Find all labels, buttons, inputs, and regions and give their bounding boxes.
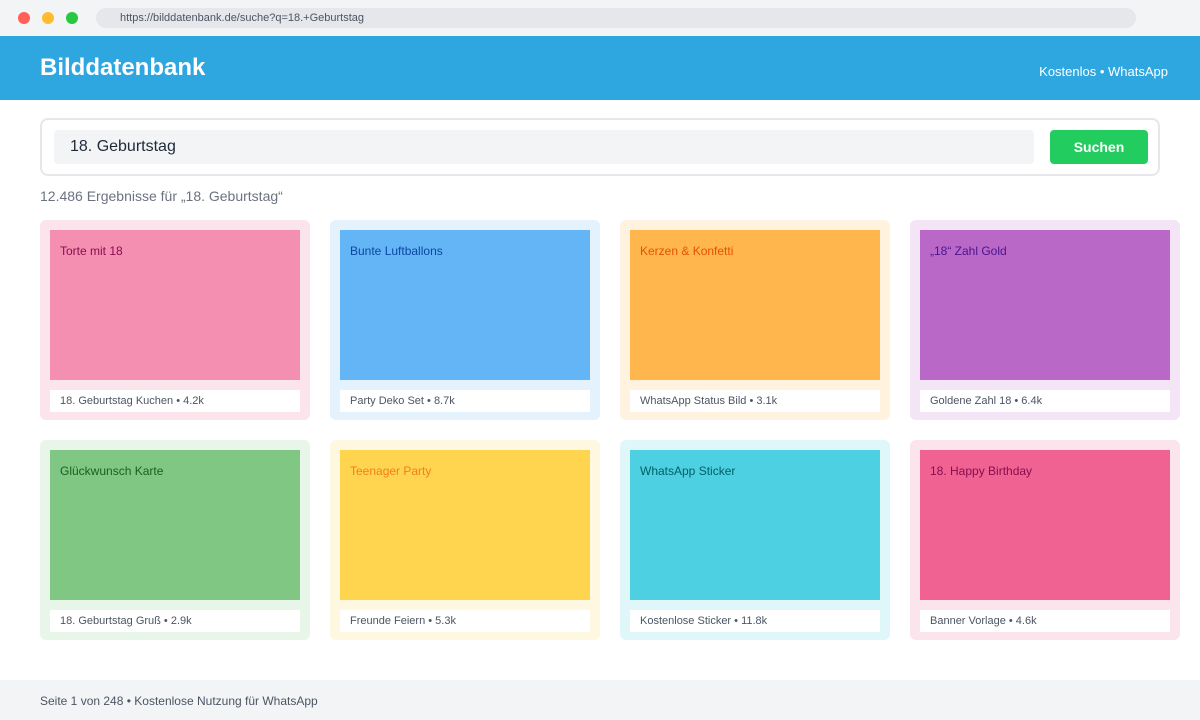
site-header: Bilddatenbank Kostenlos • WhatsApp [0, 36, 1200, 100]
result-caption: WhatsApp Status Bild • 3.1k [630, 390, 880, 412]
result-card[interactable]: 18. Happy Birthday Banner Vorlage • 4.6k [910, 440, 1180, 640]
result-image[interactable]: WhatsApp Sticker [630, 450, 880, 600]
site-logo[interactable]: Bilddatenbank [40, 54, 205, 82]
result-caption: 18. Geburtstag Gruß • 2.9k [50, 610, 300, 632]
result-title: Glückwunsch Karte [60, 464, 164, 478]
browser-titlebar: https://bilddatenbank.de/suche?q=18.+Geb… [0, 0, 1200, 36]
result-image[interactable]: Teenager Party [340, 450, 590, 600]
search-button[interactable]: Suchen [1050, 130, 1148, 164]
result-image[interactable]: Bunte Luftballons [340, 230, 590, 380]
result-card[interactable]: „18“ Zahl Gold Goldene Zahl 18 • 6.4k [910, 220, 1180, 420]
result-title: Kerzen & Konfetti [640, 244, 734, 258]
result-caption: 18. Geburtstag Kuchen • 4.2k [50, 390, 300, 412]
result-caption: Party Deko Set • 8.7k [340, 390, 590, 412]
results-count: 12.486 Ergebnisse für „18. Geburtstag“ [40, 188, 283, 204]
result-card[interactable]: Kerzen & Konfetti WhatsApp Status Bild •… [620, 220, 890, 420]
minimize-window-button[interactable] [42, 12, 54, 24]
result-title: 18. Happy Birthday [930, 464, 1033, 478]
result-image[interactable]: „18“ Zahl Gold [920, 230, 1170, 380]
result-card[interactable]: Teenager Party Freunde Feiern • 5.3k [330, 440, 600, 640]
result-caption: Goldene Zahl 18 • 6.4k [920, 390, 1170, 412]
result-card[interactable]: WhatsApp Sticker Kostenlose Sticker • 11… [620, 440, 890, 640]
result-image[interactable]: 18. Happy Birthday [920, 450, 1170, 600]
header-links[interactable]: Kostenlos • WhatsApp [1039, 64, 1168, 80]
pagination-info: Seite 1 von 248 • Kostenlose Nutzung für… [40, 694, 318, 708]
result-card[interactable]: Torte mit 18 18. Geburtstag Kuchen • 4.2… [40, 220, 310, 420]
result-image[interactable]: Glückwunsch Karte [50, 450, 300, 600]
search-bar: Suchen [40, 118, 1160, 176]
result-title: „18“ Zahl Gold [930, 244, 1007, 258]
result-caption: Kostenlose Sticker • 11.8k [630, 610, 880, 632]
result-title: Teenager Party [350, 464, 432, 478]
page-footer: Seite 1 von 248 • Kostenlose Nutzung für… [0, 680, 1200, 720]
result-card[interactable]: Glückwunsch Karte 18. Geburtstag Gruß • … [40, 440, 310, 640]
result-caption: Freunde Feiern • 5.3k [340, 610, 590, 632]
result-image[interactable]: Torte mit 18 [50, 230, 300, 380]
result-card[interactable]: Bunte Luftballons Party Deko Set • 8.7k [330, 220, 600, 420]
result-title: Bunte Luftballons [350, 244, 443, 258]
result-image[interactable]: Kerzen & Konfetti [630, 230, 880, 380]
close-window-button[interactable] [18, 12, 30, 24]
result-title: Torte mit 18 [60, 244, 123, 258]
result-title: WhatsApp Sticker [640, 464, 736, 478]
search-input[interactable] [54, 130, 1034, 164]
maximize-window-button[interactable] [66, 12, 78, 24]
result-caption: Banner Vorlage • 4.6k [920, 610, 1170, 632]
address-bar[interactable]: https://bilddatenbank.de/suche?q=18.+Geb… [96, 8, 1136, 28]
